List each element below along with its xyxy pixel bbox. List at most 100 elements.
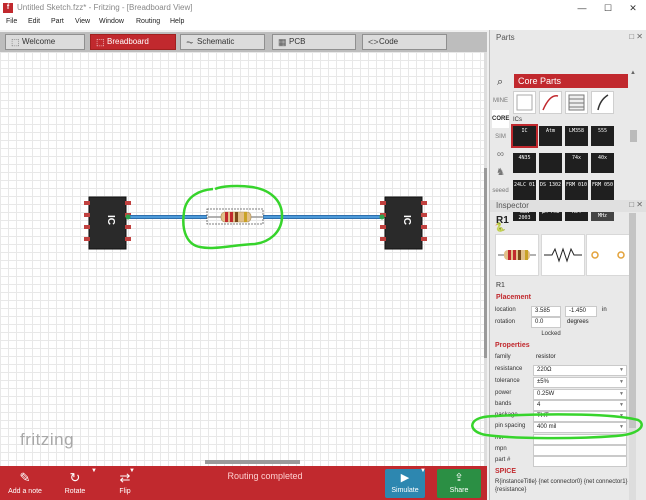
part-ds1302[interactable]: DS 1302 [539, 180, 562, 200]
tab-welcome[interactable]: ⬚ Welcome [5, 34, 85, 50]
breadboard-scene[interactable]: IC IC [0, 52, 487, 466]
property-label: tolerance [495, 378, 520, 384]
bin-tab-sim[interactable]: SIM [492, 128, 509, 146]
property-row-power: power 0.25W ▼ [493, 389, 629, 400]
ic-chip-left[interactable]: IC [84, 196, 131, 250]
property-label: resistance [495, 366, 523, 372]
close-button[interactable]: ✕ [623, 0, 643, 16]
bin-tab-core[interactable]: CORE [492, 110, 509, 128]
part-40x[interactable]: 40x [591, 153, 614, 173]
canvas-vertical-scrollbar[interactable] [484, 52, 487, 466]
simulate-label: Simulate [391, 487, 419, 494]
bin-title: Core Parts [514, 74, 628, 88]
menu-routing[interactable]: Routing [136, 18, 160, 25]
ic-left-label: IC [105, 215, 116, 225]
power-dropdown[interactable]: 0.25W ▼ [533, 389, 627, 400]
part-crystal[interactable]: MHz [591, 211, 614, 221]
search-icon[interactable]: ⌕ [497, 76, 503, 89]
placement-header: Placement [496, 294, 532, 301]
inspector-title: R1 [496, 215, 509, 226]
part-thumb-breadboard[interactable] [513, 91, 536, 114]
routing-status: Routing completed [227, 471, 303, 481]
welcome-icon: ⬚ [11, 37, 20, 47]
locked-checkbox[interactable]: Locked [531, 329, 571, 340]
flip-menu-caret[interactable]: ▼ [129, 468, 135, 474]
property-label: mpn [495, 446, 507, 452]
add-note-button[interactable]: ✎ Add a note [6, 466, 44, 500]
part-555[interactable]: 555 [591, 126, 614, 146]
inspector-window-buttons[interactable]: □ ✕ [629, 200, 643, 209]
bin-tab-mine[interactable]: MINE [492, 92, 509, 110]
tab-breadboard[interactable]: ⬚ Breadboard [90, 34, 176, 50]
scroll-thumb[interactable] [484, 168, 487, 358]
parts-panel-header: Parts □ ✕ [490, 32, 646, 44]
simulate-button[interactable]: ▶ Simulate [385, 469, 425, 498]
parts-scrollbar[interactable] [630, 130, 637, 142]
bin-tab-seeed[interactable]: seeed [492, 182, 509, 200]
mpn-input[interactable] [533, 445, 627, 456]
tab-code[interactable]: <> Code [362, 34, 447, 50]
part-frm010[interactable]: FRM 010 [565, 180, 588, 200]
wire-endpoint-right[interactable] [379, 214, 385, 220]
bin-tab-fab[interactable]: ♞ [492, 164, 509, 182]
part-74x[interactable]: 74x [565, 153, 588, 173]
tab-schematic[interactable]: ⏦ Schematic [180, 34, 265, 50]
ic-chip-right[interactable]: IC [380, 196, 427, 250]
spice-header: SPICE [495, 468, 517, 475]
menu-bar: File Edit Part View Window Routing Help [0, 16, 646, 30]
code-icon: <> [368, 37, 379, 47]
minimize-button[interactable]: — [572, 0, 592, 16]
parts-scroll-up-icon[interactable]: ▲ [630, 70, 636, 76]
menu-window[interactable]: Window [99, 18, 124, 25]
parts-panel-title: Parts [496, 33, 515, 42]
tab-label: Code [379, 37, 399, 46]
part-thumb-wire[interactable] [539, 91, 562, 114]
resistance-dropdown[interactable]: 220Ω ▼ [533, 365, 627, 376]
inspector-scrollbar[interactable] [629, 213, 636, 500]
fritzing-window: f Untitled Sketch.fzz* - Fritzing - [Bre… [0, 0, 646, 500]
bands-dropdown[interactable]: 4 ▼ [533, 400, 627, 411]
menu-file[interactable]: File [6, 18, 17, 25]
share-button[interactable]: ⇪ Share [437, 469, 481, 498]
tab-pcb[interactable]: ▦ PCB [272, 34, 356, 50]
tab-label: Breadboard [107, 37, 149, 46]
rotation-input[interactable]: 0.0 [531, 317, 561, 328]
window-title: Untitled Sketch.fzz* - Fritzing - [Bread… [17, 3, 193, 12]
location-unit[interactable]: in [602, 307, 607, 313]
property-label: part # [495, 457, 511, 463]
bin-tab-arduino[interactable]: ∞ [492, 146, 509, 164]
fritzing-app-icon: f [3, 3, 13, 13]
rotate-button[interactable]: ↻ Rotate [60, 466, 90, 500]
part-thumb-stripboard[interactable] [565, 91, 588, 114]
maximize-button[interactable]: ☐ [598, 0, 618, 16]
canvas-horizontal-scrollbar[interactable] [205, 460, 300, 464]
menu-edit[interactable]: Edit [28, 18, 40, 25]
menu-view[interactable]: View [75, 18, 90, 25]
part-frm050[interactable]: FRM 050 [591, 180, 614, 200]
part-ic[interactable]: IC [511, 124, 538, 148]
resistor-r1[interactable] [206, 208, 264, 225]
part-lm358[interactable]: LM358 [565, 126, 588, 146]
part-number-input[interactable] [533, 456, 627, 467]
chevron-down-icon: ▼ [619, 402, 624, 408]
part-24lc01[interactable]: 24LC 01 [513, 180, 536, 200]
part-blank-chip[interactable] [539, 153, 562, 173]
inspector-part-name: R1 [496, 282, 505, 289]
part-atmega[interactable]: Atm [539, 126, 562, 146]
menu-help[interactable]: Help [170, 18, 184, 25]
wire-endpoint-left[interactable] [125, 214, 131, 220]
part-4n35[interactable]: 4N35 [513, 153, 536, 173]
menu-part[interactable]: Part [51, 18, 64, 25]
location-y-input[interactable]: -1.450 [565, 306, 597, 317]
tolerance-dropdown[interactable]: ±5% ▼ [533, 377, 627, 388]
inspector-scroll-thumb[interactable] [629, 213, 636, 428]
inspector-panel-title: Inspector [496, 201, 529, 210]
flip-label: Flip [119, 488, 131, 495]
rotate-menu-caret[interactable]: ▼ [91, 468, 97, 474]
location-x-input[interactable]: 3.585 [531, 306, 561, 317]
panel-window-buttons[interactable]: □ ✕ [629, 32, 643, 41]
property-value: 220Ω [537, 367, 552, 373]
simulate-menu-caret[interactable]: ▼ [420, 468, 426, 474]
property-row-bands: bands 4 ▼ [493, 400, 629, 411]
part-thumb-wire-gray[interactable] [591, 91, 614, 114]
